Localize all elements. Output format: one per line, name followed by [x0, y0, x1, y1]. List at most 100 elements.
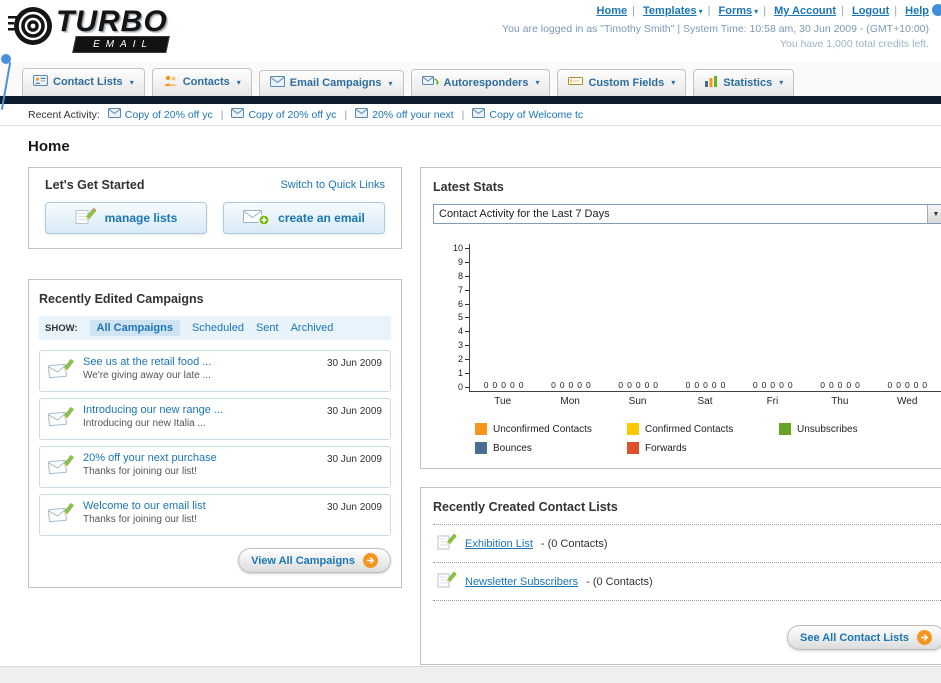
- chevron-down-icon: ▾: [236, 77, 241, 87]
- contact-list-link[interactable]: Exhibition List: [465, 538, 533, 550]
- latest-stats-panel: Latest Stats Contact Activity for the La…: [420, 167, 941, 469]
- campaign-date: 30 Jun 2009: [326, 406, 382, 417]
- x-axis-label: Mon: [560, 396, 580, 407]
- tab-custom-fields[interactable]: Custom Fields ▾: [557, 69, 687, 96]
- activity-link[interactable]: Copy of Welcome tc: [489, 109, 583, 121]
- link-forms[interactable]: Forms ▾: [719, 5, 759, 17]
- tab-contacts[interactable]: Contacts ▾: [151, 68, 252, 96]
- filter-all-campaigns[interactable]: All Campaigns: [89, 320, 180, 336]
- top-nav-links: Home | Templates ▾ | Forms ▾ | My Account | Lo…: [596, 5, 929, 17]
- recent-contact-lists-title: Recently Created Contact Lists: [433, 500, 618, 514]
- pencil-paper-icon: [75, 207, 97, 229]
- arrow-right-icon: [363, 553, 378, 568]
- envelope-icon: [355, 108, 369, 121]
- turbo-disc-icon: [8, 4, 54, 55]
- recent-activity-label: Recent Activity:: [28, 108, 100, 121]
- logo-subtitle: EMAIL: [71, 35, 170, 53]
- legend-swatch: [627, 442, 639, 454]
- logo: TURBO EMAIL: [8, 4, 170, 55]
- x-axis-label: Thu: [831, 396, 849, 407]
- recent-activity-item: Copy of 20% off yc: [107, 108, 213, 121]
- recent-contact-lists-panel: Recently Created Contact Lists Exhibitio…: [420, 487, 941, 665]
- campaign-date: 30 Jun 2009: [326, 358, 382, 369]
- recent-activity-item: Copy of 20% off yc: [231, 108, 336, 121]
- arrow-right-icon: [917, 630, 932, 645]
- legend-item: Unconfirmed Contacts: [475, 423, 627, 435]
- tab-contact-lists[interactable]: Contact Lists ▾: [22, 68, 145, 96]
- tab-statistics[interactable]: Statistics ▾: [693, 69, 795, 96]
- campaign-title-link[interactable]: See us at the retail food ...: [83, 356, 327, 368]
- bar-group: 00000: [752, 380, 793, 390]
- session-info: Home | Templates ▾ | Forms ▾ | My Account | Lo…: [502, 5, 929, 50]
- chevron-down-icon: ▾: [779, 78, 784, 87]
- contact-list-item: Newsletter Subscribers - (0 Contacts): [433, 563, 941, 601]
- campaign-row[interactable]: Introducing our new range ... Introducin…: [39, 398, 391, 440]
- nav-divider-bar: [0, 96, 941, 104]
- chevron-down-icon: ▾: [754, 7, 759, 16]
- link-my-account[interactable]: My Account: [774, 5, 836, 17]
- campaign-row[interactable]: Welcome to our email list Thanks for joi…: [39, 494, 391, 536]
- chart-categories: Tue Mon Sun Sat Fri Thu Wed: [469, 396, 941, 407]
- contacts-icon: [163, 74, 178, 90]
- envelope-plus-icon: [243, 208, 270, 229]
- switch-quick-links-link[interactable]: Switch to Quick Links: [280, 179, 385, 191]
- tab-autoresponders[interactable]: Autoresponders ▾: [410, 69, 551, 96]
- envelope-pencil-icon: [48, 358, 75, 386]
- latest-stats-title: Latest Stats: [433, 180, 504, 194]
- legend-item: Confirmed Contacts: [627, 423, 779, 435]
- campaign-title-link[interactable]: 20% off your next purchase: [83, 452, 327, 464]
- link-home[interactable]: Home: [597, 5, 628, 17]
- envelope-pencil-icon: [48, 502, 75, 530]
- chevron-down-icon: ▾: [698, 7, 703, 16]
- filter-sent[interactable]: Sent: [256, 322, 279, 334]
- page-title: Home: [28, 138, 70, 155]
- activity-link[interactable]: 20% off your next: [372, 109, 454, 121]
- legend-swatch: [627, 423, 639, 435]
- chevron-down-icon: ▾: [671, 78, 676, 87]
- legend-item: Forwards: [627, 442, 779, 454]
- filter-archived[interactable]: Archived: [291, 322, 334, 334]
- see-all-contact-lists-button[interactable]: See All Contact Lists: [786, 625, 941, 650]
- chevron-down-icon: ▾: [388, 78, 393, 88]
- campaign-date: 30 Jun 2009: [326, 502, 382, 513]
- link-logout[interactable]: Logout: [852, 5, 889, 17]
- contact-list-count: - (0 Contacts): [586, 575, 653, 588]
- chevron-down-icon: ▾: [535, 78, 540, 87]
- recent-campaigns-title: Recently Edited Campaigns: [39, 292, 204, 306]
- bar-group: 00000: [618, 380, 659, 390]
- campaign-row[interactable]: 20% off your next purchase Thanks for jo…: [39, 446, 391, 488]
- link-help[interactable]: Help: [905, 5, 929, 17]
- campaign-subtitle: Thanks for joining our list!: [83, 514, 197, 525]
- envelope-pencil-icon: [48, 454, 75, 482]
- legend-swatch: [475, 423, 487, 435]
- envelope-icon: [107, 108, 121, 121]
- activity-link[interactable]: Copy of 20% off yc: [125, 109, 213, 121]
- legend-item: Unsubscribes: [779, 423, 931, 435]
- main-nav: Contact Lists ▾ Contacts ▾ Email Campaig…: [0, 62, 941, 96]
- view-all-campaigns-button[interactable]: View All Campaigns: [238, 548, 391, 573]
- tab-email-campaigns[interactable]: Email Campaigns ▾: [258, 70, 404, 96]
- bar-group: 00000: [887, 380, 928, 390]
- envelope-pencil-icon: [48, 406, 75, 434]
- footer-bar: [0, 666, 941, 683]
- stats-period-select[interactable]: Contact Activity for the Last 7 Days ▼: [433, 204, 941, 224]
- chart-plot: 00000 00000 00000 00000 00000 00000 00000: [469, 244, 941, 392]
- manage-lists-button[interactable]: manage lists: [45, 202, 207, 234]
- autoresponder-icon: [421, 75, 439, 90]
- x-axis-label: Sat: [697, 396, 713, 407]
- pencil-paper-icon: [437, 571, 457, 592]
- contact-list-link[interactable]: Newsletter Subscribers: [465, 576, 578, 588]
- link-templates[interactable]: Templates ▾: [643, 5, 703, 17]
- campaign-title-link[interactable]: Welcome to our email list: [83, 500, 327, 512]
- campaign-title-link[interactable]: Introducing our new range ...: [83, 404, 327, 416]
- bar-group: 00000: [551, 380, 591, 390]
- filter-scheduled[interactable]: Scheduled: [192, 322, 244, 334]
- campaign-filters: SHOW: All Campaigns Scheduled Sent Archi…: [39, 316, 391, 340]
- session-line: You are logged in as "Timothy Smith" | S…: [502, 23, 929, 35]
- activity-link[interactable]: Copy of 20% off yc: [248, 109, 336, 121]
- create-email-button[interactable]: create an email: [223, 202, 385, 234]
- x-axis-label: Sun: [628, 396, 647, 407]
- campaign-row[interactable]: See us at the retail food ... We're givi…: [39, 350, 391, 392]
- statistics-icon: [704, 75, 718, 90]
- logo-title: TURBO: [56, 4, 168, 38]
